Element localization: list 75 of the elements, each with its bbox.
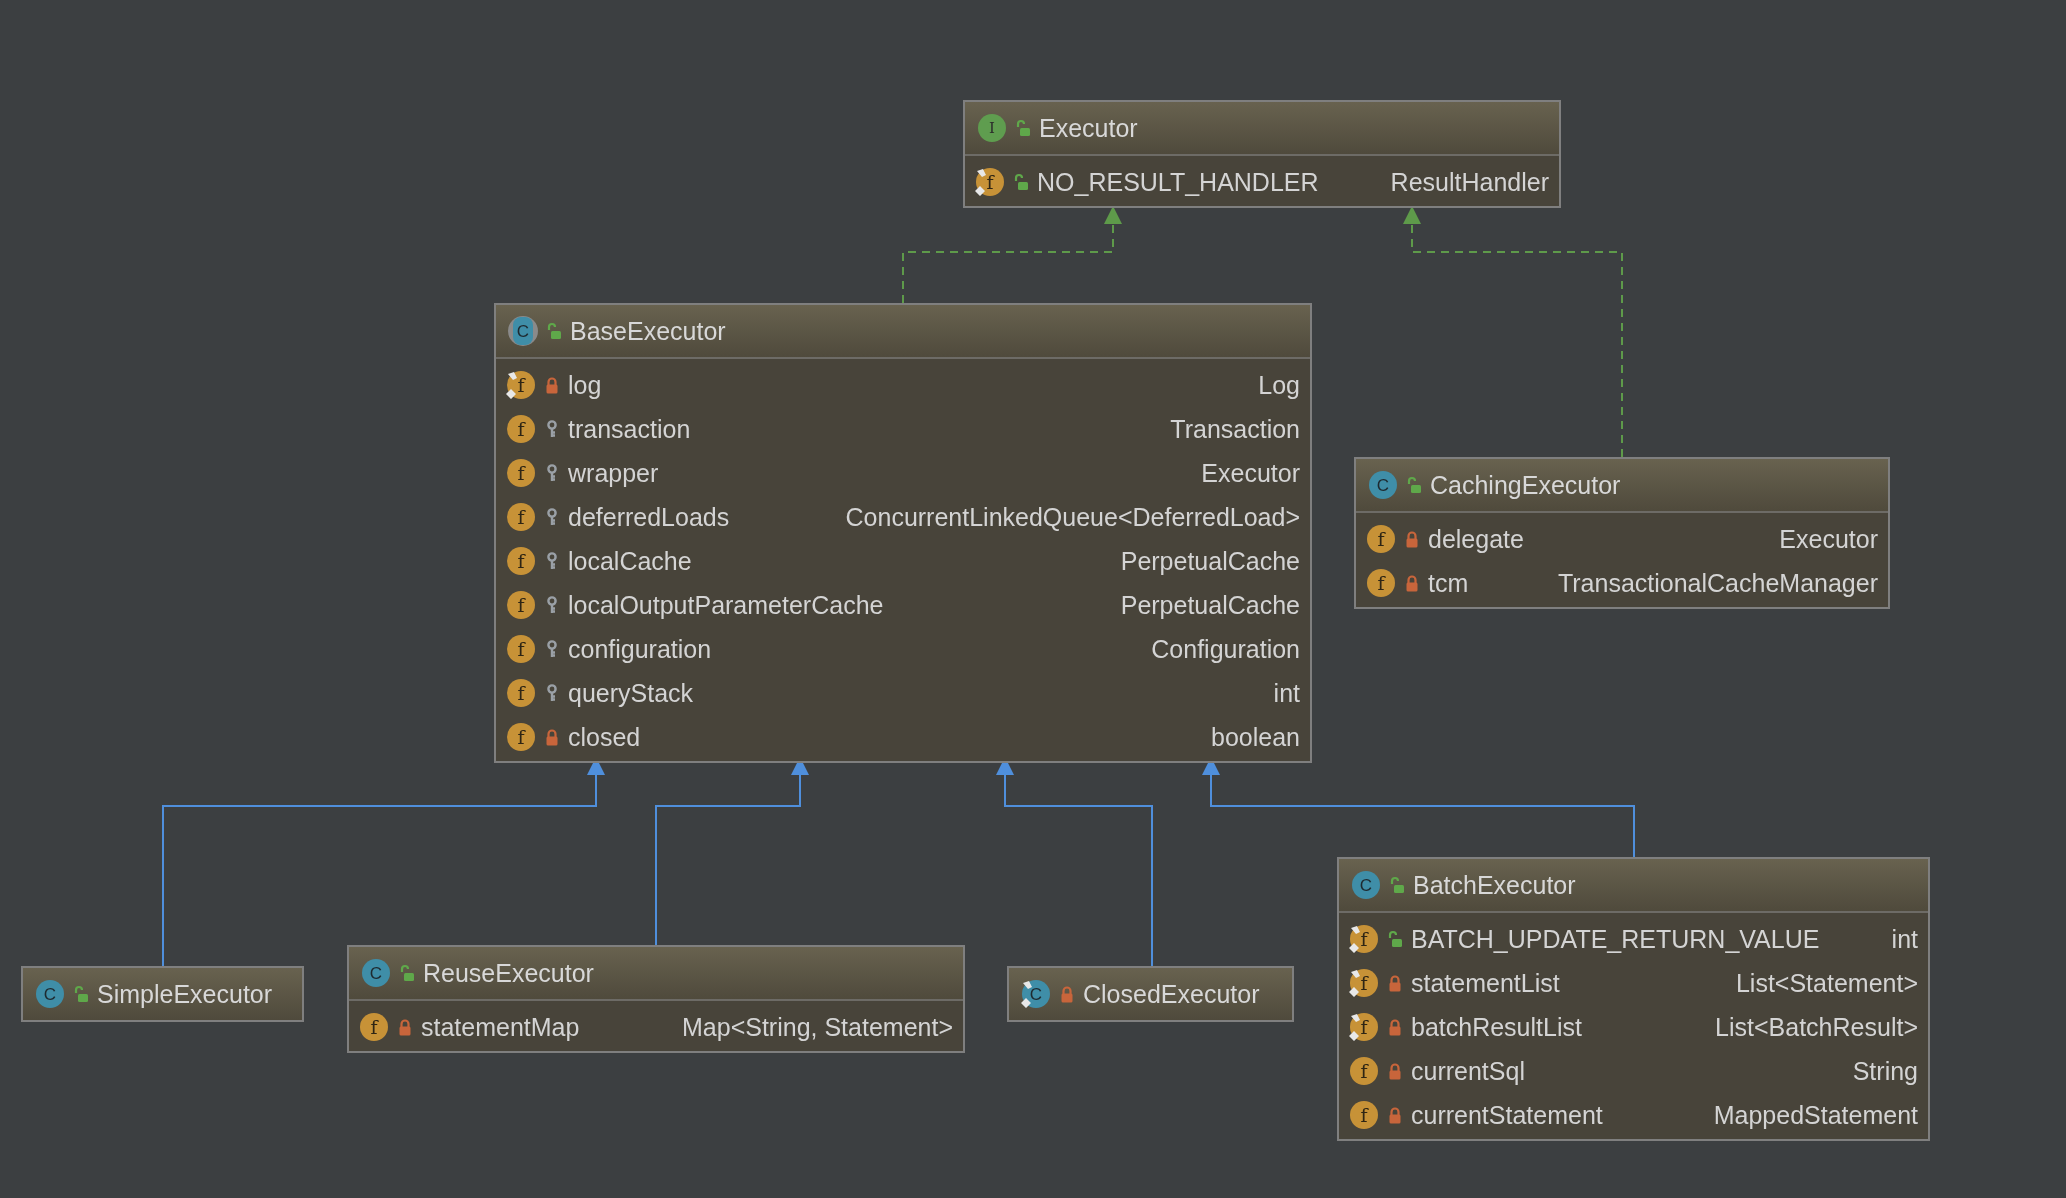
class-name: ClosedExecutor — [1083, 979, 1260, 1009]
class-name: SimpleExecutor — [97, 979, 273, 1009]
field-type: int — [1273, 678, 1300, 708]
static-field-icon: f — [506, 370, 536, 400]
field-name: batchResultList — [1411, 1012, 1583, 1042]
field-icon: f — [506, 634, 536, 664]
field-type: List<Statement> — [1735, 968, 1918, 998]
field-type: boolean — [1211, 722, 1300, 752]
field-name: configuration — [568, 634, 713, 664]
field-type: MappedStatement — [1713, 1100, 1918, 1130]
class-name: BaseExecutor — [570, 316, 726, 346]
static-field-icon: f — [1349, 924, 1379, 954]
abstract-class-icon: C — [508, 316, 538, 346]
field-name: queryStack — [568, 678, 695, 708]
field-name: deferredLoads — [568, 502, 731, 532]
field-type: int — [1891, 924, 1918, 954]
class-icon: C — [361, 958, 391, 988]
field-icon: f — [359, 1012, 389, 1042]
field-type: Executor — [1779, 524, 1878, 554]
field-type: Log — [1258, 370, 1300, 400]
class-node[interactable]: C BatchExecutor f BATCH_UPDATE_RETURN_VALUE int f statementList List<Statement> f batchResultList List<BatchResult> f currentSql String f currentStatement MappedStatement — [1337, 857, 1930, 1141]
field-name: currentSql — [1411, 1056, 1526, 1086]
class-name: Executor — [1039, 113, 1138, 143]
static-class-icon: C — [1021, 979, 1051, 1009]
field-name: transaction — [568, 414, 692, 444]
static-field-icon: f — [1349, 968, 1379, 998]
field-icon: f — [1349, 1056, 1379, 1086]
field-type: Configuration — [1151, 634, 1300, 664]
field-name: localCache — [568, 546, 693, 576]
field-type: ResultHandler — [1390, 167, 1549, 197]
class-node[interactable] — [494, 303, 1312, 763]
field-name: delegate — [1428, 524, 1525, 554]
field-name: log — [568, 370, 603, 400]
field-type: Transaction — [1170, 414, 1300, 444]
class-node[interactable]: C CachingExecutor f delegate Executor f tcm TransactionalCacheManager — [1354, 457, 1890, 609]
field-name: closed — [568, 722, 642, 752]
class-node[interactable]: I Executor f NO_RESULT_HANDLER ResultHandler — [963, 100, 1561, 208]
field-type: ConcurrentLinkedQueue<DeferredLoad> — [845, 502, 1300, 532]
class-icon: C — [1368, 470, 1398, 500]
class-node[interactable]: C ClosedExecutor — [1007, 966, 1294, 1022]
class-icon: C — [35, 979, 65, 1009]
field-icon: f — [506, 590, 536, 620]
field-type: Map<String, Statement> — [682, 1012, 953, 1042]
class-icon: C — [1351, 870, 1381, 900]
field-type: TransactionalCacheManager — [1557, 568, 1878, 598]
class-name: ReuseExecutor — [423, 958, 594, 988]
static-field-icon: f — [1349, 1012, 1379, 1042]
field-icon: f — [506, 502, 536, 532]
field-name: statementList — [1411, 968, 1561, 998]
field-name: currentStatement — [1411, 1100, 1604, 1130]
class-node[interactable]: C ReuseExecutor f statementMap Map<String, Statement> — [347, 945, 965, 1053]
static-field-icon: f — [975, 167, 1005, 197]
field-name: statementMap — [421, 1012, 581, 1042]
field-name: NO_RESULT_HANDLER — [1037, 167, 1320, 197]
field-name: tcm — [1428, 568, 1470, 598]
field-name: localOutputParameterCache — [568, 590, 885, 620]
field-icon: f — [506, 458, 536, 488]
field-type: Executor — [1201, 458, 1300, 488]
field-icon: f — [1349, 1100, 1379, 1130]
field-name: BATCH_UPDATE_RETURN_VALUE — [1411, 924, 1821, 954]
field-icon: f — [1366, 568, 1396, 598]
field-icon: f — [506, 678, 536, 708]
field-name: wrapper — [568, 458, 660, 488]
field-icon: f — [506, 722, 536, 752]
class-name: CachingExecutor — [1430, 470, 1621, 500]
field-type: PerpetualCache — [1120, 590, 1300, 620]
class-node[interactable]: C SimpleExecutor — [21, 966, 304, 1022]
field-icon: f — [506, 546, 536, 576]
field-icon: f — [1366, 524, 1396, 554]
field-type: String — [1852, 1056, 1918, 1086]
field-type: List<BatchResult> — [1715, 1012, 1918, 1042]
class-name: BatchExecutor — [1413, 870, 1576, 900]
interface-icon: I — [977, 113, 1007, 143]
field-type: PerpetualCache — [1120, 546, 1300, 576]
field-icon: f — [506, 414, 536, 444]
